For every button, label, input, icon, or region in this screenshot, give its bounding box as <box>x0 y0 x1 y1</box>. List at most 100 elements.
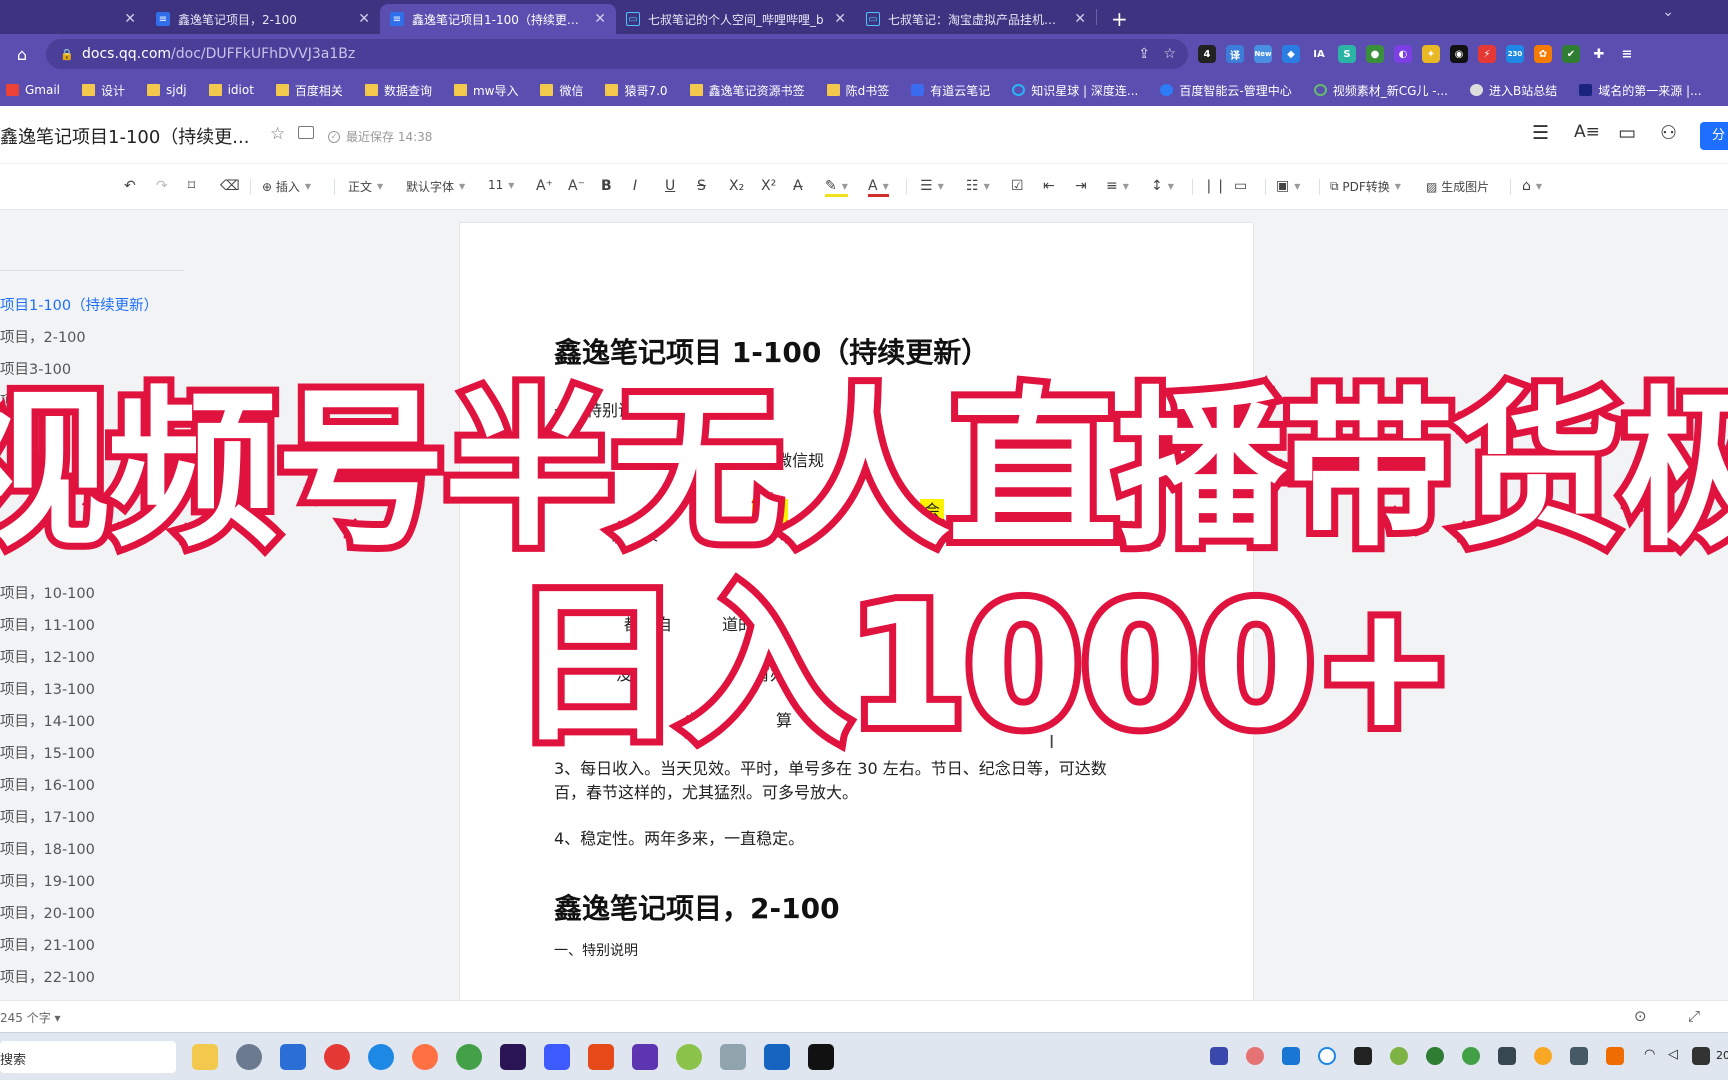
numbered-list-icon[interactable]: ☷ ▼ <box>966 178 990 194</box>
bookmark-folder[interactable]: mw导入 <box>453 82 518 99</box>
outline-item[interactable]: 项目，17-100 <box>0 806 95 827</box>
tray-icon[interactable] <box>1390 1047 1408 1065</box>
tray-icon[interactable] <box>1534 1047 1552 1065</box>
bookmark-folder[interactable]: 百度相关 <box>275 82 343 99</box>
extension-icon[interactable]: New <box>1254 45 1272 63</box>
line-spacing-icon[interactable]: ↕ ▼ <box>1151 178 1174 194</box>
outline-item[interactable]: 项目，10-100 <box>0 582 95 603</box>
remote-desktop-icon[interactable] <box>720 1044 746 1070</box>
bookmark-zsxq[interactable]: 知识星球 | 深度连... <box>1012 82 1138 99</box>
add-collaborator-icon[interactable]: ⚇ <box>1660 122 1677 144</box>
font-color-icon[interactable]: A ▼ <box>868 178 889 197</box>
tab-doc-1-100[interactable]: ≡ 鑫逸笔记项目1-100（持续更新） ✕ <box>380 4 616 34</box>
input-method-icon[interactable] <box>1570 1047 1588 1065</box>
extension-icon[interactable]: ✦ <box>1422 45 1440 63</box>
home-icon[interactable]: ⌂ <box>12 44 32 64</box>
bookmark-folder[interactable]: sjdj <box>147 83 187 97</box>
close-icon[interactable]: ✕ <box>358 11 370 27</box>
doc-title[interactable]: 鑫逸笔记项目1-100（持续更... <box>0 123 249 149</box>
divider-line-icon[interactable]: ▭ <box>1234 178 1247 194</box>
word-count[interactable]: 245 个字 ▾ <box>0 1009 61 1026</box>
indent-icon[interactable]: ⇥ <box>1075 178 1087 194</box>
checklist-icon[interactable]: ☑ <box>1011 178 1024 194</box>
extension-icon[interactable]: IA <box>1310 45 1328 63</box>
outline-item[interactable]: 项目，22-100 <box>0 966 95 987</box>
present-icon[interactable]: ▭ <box>1618 122 1636 144</box>
font-grow-icon[interactable]: A⁺ <box>536 178 553 194</box>
settings-icon[interactable] <box>236 1044 262 1070</box>
outline-item[interactable]: 项目，2-100 <box>0 326 86 347</box>
feishu-icon[interactable] <box>544 1044 570 1070</box>
tray-icon[interactable] <box>1606 1047 1624 1065</box>
bookmark-folder[interactable]: 设计 <box>82 82 125 99</box>
bookmark-youdao[interactable]: 有道云笔记 <box>911 82 990 99</box>
outline-item[interactable]: 项目，18-100 <box>0 838 95 859</box>
bookmark-bilibili-summary[interactable]: 进入B站总结 <box>1469 82 1557 99</box>
bookmark-folder[interactable]: idiot <box>208 83 254 97</box>
share-button[interactable]: 分 <box>1700 122 1728 150</box>
insert-menu[interactable]: ⊕ 插入 ▼ <box>262 178 311 195</box>
bookmark-gmail[interactable]: Gmail <box>6 83 60 97</box>
clear-format-icon[interactable]: ⌫ <box>220 178 240 194</box>
extension-icon[interactable]: ✿ <box>1534 45 1552 63</box>
wechat-icon[interactable] <box>456 1044 482 1070</box>
bookmark-folder[interactable]: 微信 <box>540 82 583 99</box>
tab-blank[interactable]: ✕ <box>0 4 146 34</box>
outline-item[interactable]: 项目，20-100 <box>0 902 95 923</box>
bookmark-folder[interactable]: 数据查询 <box>364 82 432 99</box>
new-tab-button[interactable]: + <box>1111 4 1128 34</box>
capcut-icon[interactable] <box>808 1044 834 1070</box>
bookmark-star-icon[interactable]: ☆ <box>1163 46 1176 62</box>
extension-icon[interactable]: ◆ <box>1282 45 1300 63</box>
bold-icon[interactable]: B <box>601 178 612 194</box>
star-icon[interactable]: ☆ <box>270 124 285 144</box>
extension-icon[interactable]: S <box>1338 45 1356 63</box>
bookmark-folder[interactable]: 猿哥7.0 <box>605 82 668 99</box>
share-icon[interactable]: ⇪ <box>1138 46 1150 62</box>
play-icon[interactable]: ⊙ <box>1634 1007 1647 1025</box>
more-icon[interactable]: ⌂ ▼ <box>1522 178 1542 194</box>
format-painter-icon[interactable]: ⌑ <box>188 178 195 194</box>
extension-icon[interactable]: ◉ <box>1450 45 1468 63</box>
close-icon[interactable]: ✕ <box>834 11 846 27</box>
tab-search-icon[interactable]: ⌄ <box>1662 4 1674 20</box>
outline-item[interactable]: 项目1-100（持续更新） <box>0 294 158 315</box>
tray-icon[interactable] <box>1354 1047 1372 1065</box>
extension-icon[interactable]: ● <box>1366 45 1384 63</box>
file-explorer-icon[interactable] <box>192 1044 218 1070</box>
redo-icon[interactable]: ↷ <box>156 178 168 194</box>
paragraph-style-select[interactable]: 正文 ▼ <box>348 178 383 195</box>
outline-item[interactable]: 项目，12-100 <box>0 646 95 667</box>
wifi-icon[interactable]: ◠ <box>1644 1047 1662 1065</box>
outline-item[interactable]: 项目，13-100 <box>0 678 95 699</box>
app-icon[interactable] <box>676 1044 702 1070</box>
extension-icon[interactable]: ◐ <box>1394 45 1412 63</box>
bullet-list-icon[interactable]: ☰ ▼ <box>920 178 944 194</box>
font-shrink-icon[interactable]: A⁻ <box>568 178 585 194</box>
puzzle-icon[interactable]: ✚ <box>1590 45 1608 63</box>
generate-image-button[interactable]: ▨ 生成图片 <box>1426 178 1489 195</box>
battery-icon[interactable] <box>1692 1047 1710 1065</box>
undo-icon[interactable]: ↶ <box>124 178 136 194</box>
chrome-icon[interactable] <box>324 1044 350 1070</box>
tab-bilibili-video[interactable]: ▭ 七叔笔记：淘宝虚拟产品挂机项目 ✕ <box>856 4 1096 34</box>
align-icon[interactable]: ≡ ▼ <box>1106 178 1129 194</box>
tray-icon[interactable] <box>1246 1047 1264 1065</box>
extension-icon[interactable]: ✔ <box>1562 45 1580 63</box>
font-size-select[interactable]: 11 ▼ <box>488 178 514 192</box>
outline-item[interactable]: 项目，16-100 <box>0 774 95 795</box>
quote-icon[interactable]: ❘❘ <box>1203 178 1226 194</box>
underline-icon[interactable]: U <box>665 178 675 194</box>
outdent-icon[interactable]: ⇤ <box>1043 178 1055 194</box>
taskbar-search[interactable]: 搜索 <box>0 1041 176 1073</box>
notepad-icon[interactable] <box>280 1044 306 1070</box>
italic-icon[interactable]: I <box>633 178 637 194</box>
firefox-icon[interactable] <box>412 1044 438 1070</box>
address-bar[interactable]: 🔒 docs.qq.com/doc/DUFFkUFhDVVJ3a1Bz ⇪ ☆ <box>46 39 1188 69</box>
edge-icon[interactable] <box>368 1044 394 1070</box>
tray-icon[interactable] <box>1210 1047 1228 1065</box>
outline-item[interactable]: 项目，11-100 <box>0 614 95 635</box>
xmind-icon[interactable] <box>588 1044 614 1070</box>
volume-icon[interactable]: ◁ <box>1668 1047 1686 1065</box>
strikethrough-icon[interactable]: S <box>697 178 706 194</box>
